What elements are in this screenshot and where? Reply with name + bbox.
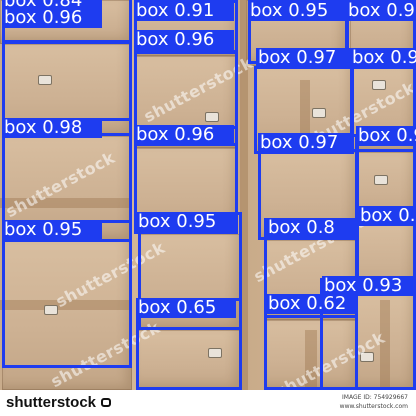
detection-label: box 0.95 [2,220,102,240]
detection-label: box 0.96 [350,48,416,68]
detection-label: box 0.65 [136,298,236,318]
detection-label: box 0.96 [134,30,234,50]
detection-label: box 0.95 [136,212,236,232]
detection-label: box 0.96 [134,125,234,145]
detection-label: box 0.96 [2,8,102,28]
detection-label: box 0.62 [266,294,356,314]
detection-label: box 0.91 [134,1,234,21]
image-id-text: IMAGE ID: 754929667 [342,394,408,401]
camera-logo-icon [101,398,111,407]
site-url-text: www.shutterstock.com [339,403,408,410]
detection-label: box 0.93 [346,1,416,21]
detection-label: box 0.93 [322,276,416,296]
detection-label: box 0.97 [258,133,354,153]
detection-label: box 0.8 [266,218,356,238]
detection-label: box 0.95 [358,206,416,226]
detection-box [2,220,132,368]
brand-name: shutterstock [6,394,97,411]
stock-footer-bar: shutterstock IMAGE ID: 754929667 www.shu… [0,390,416,416]
detection-label: box 0.95 [248,1,348,21]
screenshot-canvas: shutterstock shutterstock shutterstock s… [0,0,416,416]
detection-label: box 0.97 [256,48,352,68]
cardboard-boxes-photo: shutterstock shutterstock shutterstock s… [0,0,416,390]
detection-label: box 0.98 [2,118,102,138]
detection-label: box 0.95 [356,126,416,146]
